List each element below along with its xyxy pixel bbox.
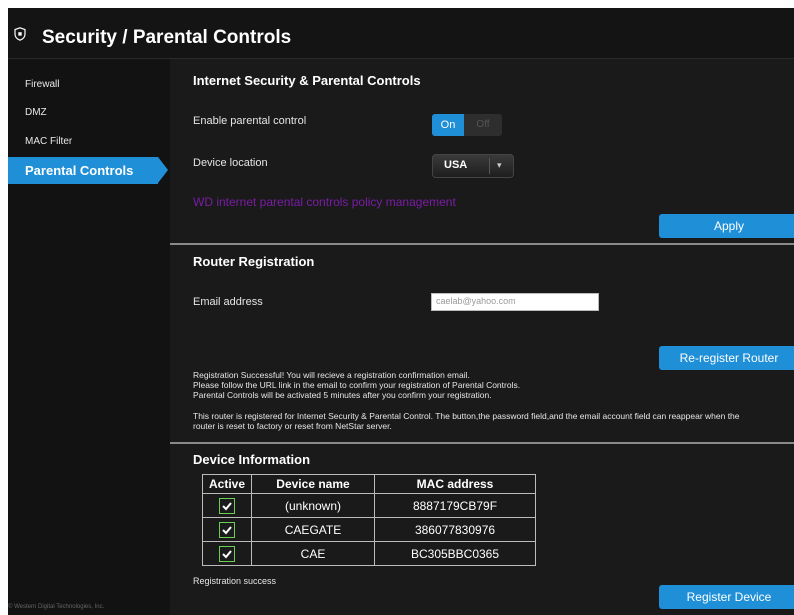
active-cell: [202, 541, 252, 566]
sidebar-item-parental-controls[interactable]: Parental Controls: [8, 157, 168, 184]
device-location-label: Device location: [193, 157, 268, 169]
copyright-text: © Western Digital Technologies, Inc.: [8, 604, 105, 610]
active-checkbox[interactable]: [219, 545, 235, 562]
active-cell: [202, 517, 252, 542]
device-information-heading: Device Information: [193, 452, 311, 467]
device-location-value: USA: [444, 159, 468, 171]
table-row: CAEGATE 386077830976: [202, 517, 536, 542]
active-checkbox[interactable]: [219, 497, 235, 514]
device-location-select[interactable]: USA ▾: [432, 154, 514, 178]
sidebar: Firewall DMZ MAC Filter Parental Control…: [8, 59, 170, 599]
table-row: CAE BC305BBC0365: [202, 541, 536, 566]
active-checkbox[interactable]: [219, 521, 235, 538]
sidebar-item-dmz[interactable]: DMZ: [25, 107, 47, 118]
mac-address-cell: 386077830976: [374, 517, 536, 542]
registration-message-line-3: Parental Controls will be activated 5 mi…: [193, 390, 492, 400]
mac-address-cell: BC305BBC0365: [374, 541, 536, 566]
policy-management-link[interactable]: WD internet parental controls policy man…: [193, 195, 456, 209]
checkmark-icon: [222, 549, 232, 558]
email-field-value: caelab@yahoo.com: [436, 296, 516, 306]
section-divider: [170, 442, 794, 444]
page-title: Security / Parental Controls: [42, 27, 292, 48]
checkmark-icon: [222, 501, 232, 510]
registration-status: Registration success: [193, 576, 277, 586]
select-divider: [489, 158, 490, 174]
table-row: (unknown) 8887179CB79F: [202, 493, 536, 518]
parental-control-toggle[interactable]: On Off: [432, 114, 502, 136]
app-frame: Security / Parental Controls Firewall DM…: [8, 8, 794, 615]
register-device-button[interactable]: Register Device: [659, 585, 794, 609]
toggle-on-label: On: [432, 114, 464, 136]
security-section-heading: Internet Security & Parental Controls: [193, 73, 421, 88]
column-header-active: Active: [202, 474, 252, 494]
sidebar-item-label: Parental Controls: [25, 163, 134, 178]
registration-message: Registration Successful! You will reciev…: [193, 370, 520, 400]
enable-parental-control-label: Enable parental control: [193, 115, 307, 127]
column-header-mac-address: MAC address: [374, 474, 536, 494]
apply-button[interactable]: Apply: [659, 214, 794, 238]
registration-note-line-1: This router is registered for Internet S…: [193, 411, 740, 421]
device-table: Active Device name MAC address (unknown)…: [202, 474, 536, 566]
sidebar-item-mac-filter[interactable]: MAC Filter: [25, 136, 72, 147]
email-field[interactable]: caelab@yahoo.com: [431, 293, 599, 311]
active-cell: [202, 493, 252, 518]
device-name-cell: CAE: [251, 541, 375, 566]
sidebar-item-firewall[interactable]: Firewall: [25, 79, 59, 90]
checkmark-icon: [222, 525, 232, 534]
column-header-device-name: Device name: [251, 474, 375, 494]
chevron-down-icon: ▾: [497, 160, 502, 170]
device-name-cell: CAEGATE: [251, 517, 375, 542]
toggle-off-label: Off: [476, 119, 490, 130]
section-divider: [170, 243, 794, 245]
reregister-router-button[interactable]: Re-register Router: [659, 346, 794, 370]
mac-address-cell: 8887179CB79F: [374, 493, 536, 518]
shield-icon: [14, 27, 26, 41]
registration-message-line-2: Please follow the URL link in the email …: [193, 380, 521, 390]
device-table-header: Active Device name MAC address: [202, 474, 536, 494]
router-registration-heading: Router Registration: [193, 254, 315, 269]
page-header: Security / Parental Controls: [8, 8, 794, 59]
email-address-label: Email address: [193, 296, 263, 308]
registration-message-line-1: Registration Successful! You will reciev…: [193, 370, 470, 380]
main-panel: Internet Security & Parental Controls En…: [170, 59, 794, 615]
registration-note-line-2: router is reset to factory or reset from…: [193, 421, 392, 431]
device-name-cell: (unknown): [251, 493, 375, 518]
registration-note: This router is registered for Internet S…: [193, 411, 793, 431]
